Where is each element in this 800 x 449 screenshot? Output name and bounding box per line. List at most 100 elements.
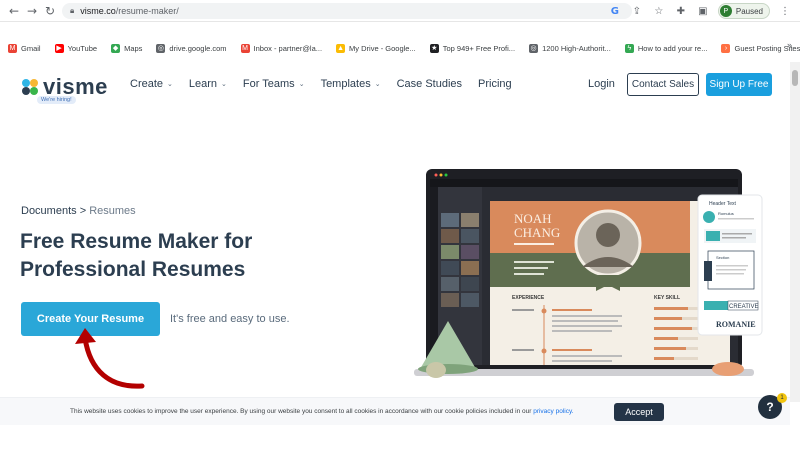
nav-item-create[interactable]: Create ⌄ bbox=[130, 78, 173, 90]
site-header: visme We're hiring! Create ⌄ Learn ⌄ For Tea… bbox=[0, 62, 800, 110]
bookmark-favicon-icon: M bbox=[8, 43, 17, 53]
bookmark-label: 1200 High-Authorit... bbox=[542, 43, 611, 53]
bookmark-item[interactable]: ◎ 1200 High-Authorit... bbox=[529, 43, 611, 53]
browser-actions: G ⇪ ☆ ✚ ▣ P Paused ⋮ bbox=[608, 3, 792, 19]
bookmarks-bar: M Gmail ▶ YouTube ◆ Maps ◎ drive.google.com M Inb… bbox=[0, 40, 800, 56]
cookie-banner: This website uses cookies to improve the… bbox=[0, 397, 790, 425]
url-host: visme.co bbox=[80, 6, 116, 16]
hiring-badge[interactable]: We're hiring! bbox=[37, 96, 76, 104]
lock-icon: 🔒︎ bbox=[70, 6, 75, 15]
cookie-message: This website uses cookies to improve the… bbox=[70, 408, 532, 415]
main-nav: Create ⌄ Learn ⌄ For Teams ⌄ Templates ⌄ Case St… bbox=[130, 78, 512, 90]
nav-item-learn[interactable]: Learn ⌄ bbox=[189, 78, 227, 90]
bookmark-item[interactable]: ◎ drive.google.com bbox=[156, 43, 227, 53]
bookmark-favicon-icon: ▶ bbox=[54, 43, 64, 53]
page-title: Free Resume Maker for Professional Resum… bbox=[20, 230, 253, 281]
panel-romanie-label: ROMANIE bbox=[716, 320, 756, 329]
bookmark-label: YouTube bbox=[67, 43, 98, 53]
bookmark-favicon-icon: ▲ bbox=[336, 43, 346, 53]
bookmark-favicon-icon: M bbox=[240, 43, 250, 53]
panel-item-2: Section bbox=[716, 255, 729, 260]
bookmark-favicon-icon: ★ bbox=[429, 43, 439, 53]
nav-item-label: Create bbox=[130, 78, 164, 90]
url-path: /resume-maker/ bbox=[115, 6, 179, 16]
bookmark-label: Top 949+ Free Profi... bbox=[442, 43, 516, 53]
bookmark-label: Maps bbox=[124, 43, 143, 53]
bookmark-label: Inbox - partner@la... bbox=[253, 43, 323, 53]
google-icon[interactable]: G bbox=[608, 4, 622, 18]
bookmark-label: My Drive - Google... bbox=[349, 43, 416, 53]
browser-toolbar: ← → ↻ 🔒︎ visme.co/resume-maker/ G ⇪ ☆ ✚ … bbox=[0, 0, 800, 22]
nav-item-pricing[interactable]: Pricing bbox=[478, 78, 512, 90]
editor-topbar bbox=[430, 179, 738, 187]
accept-cookies-button[interactable]: Accept bbox=[614, 403, 664, 421]
resume-editor-mockup: NOAH CHANG EXPERIENCE KEY SKILL Header T… bbox=[414, 169, 763, 378]
chevron-down-icon: ⌄ bbox=[298, 80, 305, 88]
bookmark-favicon-icon: ◎ bbox=[529, 43, 539, 53]
nav-item-label: Case Studies bbox=[396, 78, 463, 90]
bookmark-label: drive.google.com bbox=[169, 43, 227, 53]
logo-mark-icon bbox=[22, 79, 38, 95]
bookmark-favicon-icon: ϟ bbox=[624, 43, 634, 53]
bookmark-favicon-icon: ◆ bbox=[111, 43, 121, 53]
breadcrumb-separator: > bbox=[79, 205, 87, 217]
resume-name-last: CHANG bbox=[514, 225, 560, 240]
profile-button[interactable]: P Paused bbox=[717, 3, 770, 19]
bookmark-favicon-icon: ◎ bbox=[156, 43, 166, 53]
bookmark-item[interactable]: ★ Top 949+ Free Profi... bbox=[429, 43, 516, 53]
contact-sales-button[interactable]: Contact Sales bbox=[627, 73, 699, 96]
nav-item-case-studies[interactable]: Case Studies bbox=[397, 78, 462, 90]
breadcrumb-resumes[interactable]: Resumes bbox=[89, 205, 135, 217]
sign-up-button[interactable]: Sign Up Free bbox=[706, 73, 772, 96]
decor-ball bbox=[426, 362, 446, 378]
page-scrollbar[interactable] bbox=[790, 62, 800, 402]
bookmark-item[interactable]: ▲ My Drive - Google... bbox=[336, 43, 416, 53]
chevron-down-icon: ⌄ bbox=[221, 80, 227, 88]
bookmark-item[interactable]: ◆ Maps bbox=[111, 43, 143, 53]
reload-icon[interactable]: ↻ bbox=[42, 3, 58, 19]
login-link[interactable]: Login bbox=[588, 78, 615, 90]
nav-item-templates[interactable]: Templates ⌄ bbox=[321, 78, 381, 90]
panel-item-1: Romulus bbox=[718, 211, 734, 216]
panel-title: Header Text bbox=[709, 201, 736, 207]
avatar: P bbox=[719, 5, 732, 17]
bookmark-favicon-icon: › bbox=[721, 43, 731, 53]
bookmark-label: How to add your re... bbox=[637, 43, 708, 53]
resume-key-skill-heading: KEY SKILL bbox=[654, 295, 680, 301]
share-icon[interactable]: ⇪ bbox=[630, 4, 644, 18]
profile-status: Paused bbox=[735, 6, 763, 16]
cookie-text: This website uses cookies to improve the… bbox=[70, 408, 574, 415]
chevron-down-icon: ⌄ bbox=[167, 80, 173, 88]
bookmark-item[interactable]: ▶ YouTube bbox=[54, 43, 98, 53]
bookmark-item[interactable]: ϟ How to add your re... bbox=[624, 43, 708, 53]
more-bookmarks-icon[interactable]: » bbox=[787, 40, 792, 50]
cta-note: It's free and easy to use. bbox=[170, 313, 290, 325]
bookmark-label: Gmail bbox=[21, 43, 41, 53]
editor-toolbar bbox=[430, 187, 438, 365]
resume-experience-heading: EXPERIENCE bbox=[512, 295, 545, 301]
scroll-thumb[interactable] bbox=[792, 70, 798, 86]
nav-item-label: For Teams bbox=[242, 78, 295, 90]
address-bar[interactable]: 🔒︎ visme.co/resume-maker/ bbox=[62, 3, 632, 19]
breadcrumb-documents[interactable]: Documents bbox=[21, 205, 77, 217]
nav-item-label: Templates bbox=[320, 78, 371, 90]
side-panel-icon[interactable]: ▣ bbox=[696, 4, 710, 18]
privacy-policy-link[interactable]: privacy policy. bbox=[533, 408, 573, 415]
bookmark-item[interactable]: M Inbox - partner@la... bbox=[240, 43, 323, 53]
nav-item-label: Learn bbox=[188, 78, 218, 90]
decor-dish bbox=[712, 362, 744, 376]
forward-icon[interactable]: → bbox=[24, 3, 40, 19]
back-icon[interactable]: ← bbox=[6, 3, 22, 19]
resume-name-first: NOAH bbox=[514, 211, 552, 226]
help-notification-badge: 1 bbox=[777, 393, 787, 403]
kebab-menu-icon[interactable]: ⋮ bbox=[778, 4, 792, 18]
bookmark-star-icon[interactable]: ☆ bbox=[652, 4, 666, 18]
bookmark-item[interactable]: M Gmail bbox=[8, 43, 41, 53]
nav-item-label: Pricing bbox=[478, 78, 512, 90]
breadcrumb: Documents > Resumes bbox=[21, 205, 136, 217]
extensions-icon[interactable]: ✚ bbox=[674, 4, 688, 18]
red-arrow-annotation bbox=[75, 328, 145, 389]
panel-creative-label: CREATIVE bbox=[729, 304, 759, 310]
chevron-down-icon: ⌄ bbox=[374, 80, 381, 88]
nav-item-for-teams[interactable]: For Teams ⌄ bbox=[243, 78, 305, 90]
